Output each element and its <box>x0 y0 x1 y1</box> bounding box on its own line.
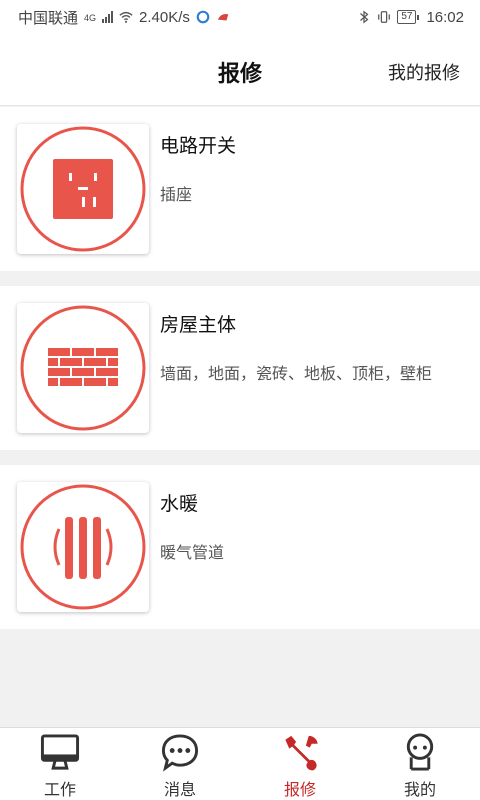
category-desc: 暖气管道 <box>160 545 225 562</box>
tab-profile[interactable]: 我的 <box>360 728 480 800</box>
bottom-tab-bar: 工作 消息 报修 我的 <box>0 727 480 800</box>
radiator-icon <box>20 484 146 610</box>
header: 报修 我的报修 <box>0 34 480 106</box>
bluetooth-icon <box>360 10 369 24</box>
tab-label: 我的 <box>403 782 436 799</box>
tab-work[interactable]: 工作 <box>0 728 120 800</box>
category-thumbnail <box>17 303 149 433</box>
category-card-structure[interactable]: 房屋主体 墙面，地面，瓷砖、地板、顶柜，壁柜 <box>0 286 480 450</box>
category-card-circuit[interactable]: 电路开关 插座 <box>0 107 480 271</box>
wrench-icon <box>285 735 318 771</box>
battery-indicator: 57 <box>397 10 420 24</box>
carrier-label: 中国联通 <box>18 9 79 27</box>
category-card-heating[interactable]: 水暖 暖气管道 <box>0 465 480 629</box>
category-desc: 插座 <box>160 187 193 204</box>
category-desc: 墙面，地面，瓷砖、地板、顶柜，壁柜 <box>160 366 433 383</box>
app-notification-icon <box>217 14 229 21</box>
category-name: 房屋主体 <box>160 315 237 336</box>
brick-wall-icon <box>20 305 146 431</box>
tab-label: 工作 <box>43 782 76 799</box>
tab-label: 消息 <box>163 782 196 799</box>
browser-app-icon <box>196 10 210 24</box>
vibrate-icon <box>378 11 391 23</box>
monitor-icon <box>40 734 80 770</box>
clock: 16:02 <box>426 8 464 26</box>
category-thumbnail <box>17 124 149 254</box>
wifi-icon <box>119 11 133 23</box>
chat-bubble-icon <box>161 734 199 772</box>
user-icon <box>406 733 434 771</box>
network-speed: 2.40K/s <box>139 8 190 26</box>
category-thumbnail <box>17 482 149 612</box>
tab-label: 报修 <box>283 782 316 799</box>
status-bar: 中国联通 4G 2.40K/s 57 16:02 <box>0 0 480 34</box>
network-type: 4G <box>84 12 97 23</box>
socket-icon <box>20 126 146 252</box>
category-name: 电路开关 <box>160 136 237 157</box>
signal-icon <box>102 11 114 23</box>
tab-repair[interactable]: 报修 <box>240 728 360 800</box>
category-name: 水暖 <box>160 494 199 515</box>
my-repairs-link[interactable]: 我的报修 <box>388 59 460 85</box>
tab-messages[interactable]: 消息 <box>120 728 240 800</box>
